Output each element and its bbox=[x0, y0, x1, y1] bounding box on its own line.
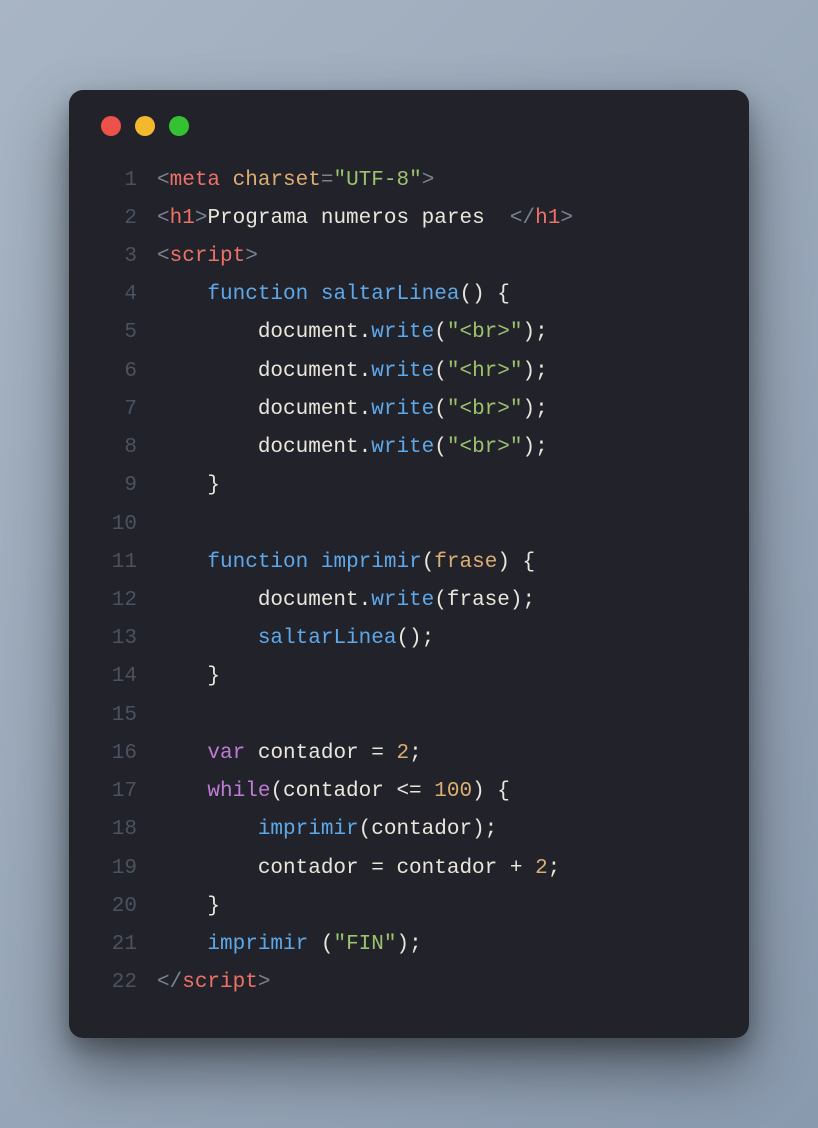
line-content: document.write("<br>"); bbox=[157, 391, 548, 429]
code-line: 11 function imprimir(frase) { bbox=[93, 544, 719, 582]
line-content: document.write("<br>"); bbox=[157, 314, 548, 352]
line-number: 17 bbox=[93, 773, 137, 811]
line-content: </script> bbox=[157, 964, 270, 1002]
code-line: 21 imprimir ("FIN"); bbox=[93, 926, 719, 964]
line-number: 9 bbox=[93, 467, 137, 505]
code-line: 8 document.write("<br>"); bbox=[93, 429, 719, 467]
line-number: 11 bbox=[93, 544, 137, 582]
code-line: 5 document.write("<br>"); bbox=[93, 314, 719, 352]
line-number: 12 bbox=[93, 582, 137, 620]
line-content: var contador = 2; bbox=[157, 735, 422, 773]
close-icon[interactable] bbox=[101, 116, 121, 136]
code-line: 13 saltarLinea(); bbox=[93, 620, 719, 658]
line-number: 13 bbox=[93, 620, 137, 658]
line-number: 1 bbox=[93, 162, 137, 200]
code-line: 9 } bbox=[93, 467, 719, 505]
line-content: } bbox=[157, 467, 220, 505]
line-number: 7 bbox=[93, 391, 137, 429]
line-number: 19 bbox=[93, 850, 137, 888]
line-number: 2 bbox=[93, 200, 137, 238]
line-number: 16 bbox=[93, 735, 137, 773]
line-number: 14 bbox=[93, 658, 137, 696]
line-content: } bbox=[157, 888, 220, 926]
line-number: 18 bbox=[93, 811, 137, 849]
line-content: <h1>Programa numeros pares </h1> bbox=[157, 200, 573, 238]
code-line: 2 <h1>Programa numeros pares </h1> bbox=[93, 200, 719, 238]
line-content: <script> bbox=[157, 238, 258, 276]
line-content: imprimir(contador); bbox=[157, 811, 497, 849]
line-number: 15 bbox=[93, 697, 137, 735]
line-content: function saltarLinea() { bbox=[157, 276, 510, 314]
code-line: 19 contador = contador + 2; bbox=[93, 850, 719, 888]
line-content: document.write("<br>"); bbox=[157, 429, 548, 467]
line-number: 21 bbox=[93, 926, 137, 964]
code-block: 1 <meta charset="UTF-8"> 2 <h1>Programa num… bbox=[93, 162, 719, 1003]
line-number: 10 bbox=[93, 506, 137, 544]
code-line: 4 function saltarLinea() { bbox=[93, 276, 719, 314]
code-line: 6 document.write("<hr>"); bbox=[93, 353, 719, 391]
line-number: 6 bbox=[93, 353, 137, 391]
code-window: 1 <meta charset="UTF-8"> 2 <h1>Programa num… bbox=[69, 90, 749, 1039]
code-line: 20 } bbox=[93, 888, 719, 926]
line-content: <meta charset="UTF-8"> bbox=[157, 162, 434, 200]
line-content: saltarLinea(); bbox=[157, 620, 434, 658]
line-content: document.write(frase); bbox=[157, 582, 535, 620]
line-number: 22 bbox=[93, 964, 137, 1002]
code-line: 22 </script> bbox=[93, 964, 719, 1002]
line-number: 3 bbox=[93, 238, 137, 276]
code-line: 18 imprimir(contador); bbox=[93, 811, 719, 849]
code-line: 7 document.write("<br>"); bbox=[93, 391, 719, 429]
line-content: while(contador <= 100) { bbox=[157, 773, 510, 811]
code-line: 3 <script> bbox=[93, 238, 719, 276]
line-number: 5 bbox=[93, 314, 137, 352]
line-content: contador = contador + 2; bbox=[157, 850, 560, 888]
line-number: 4 bbox=[93, 276, 137, 314]
code-line: 12 document.write(frase); bbox=[93, 582, 719, 620]
code-line: 1 <meta charset="UTF-8"> bbox=[93, 162, 719, 200]
traffic-lights bbox=[101, 116, 719, 136]
code-line: 14 } bbox=[93, 658, 719, 696]
maximize-icon[interactable] bbox=[169, 116, 189, 136]
code-line: 15 bbox=[93, 697, 719, 735]
code-line: 16 var contador = 2; bbox=[93, 735, 719, 773]
code-line: 10 bbox=[93, 506, 719, 544]
line-content: function imprimir(frase) { bbox=[157, 544, 535, 582]
code-line: 17 while(contador <= 100) { bbox=[93, 773, 719, 811]
minimize-icon[interactable] bbox=[135, 116, 155, 136]
line-content: } bbox=[157, 658, 220, 696]
line-content: document.write("<hr>"); bbox=[157, 353, 548, 391]
line-number: 20 bbox=[93, 888, 137, 926]
line-number: 8 bbox=[93, 429, 137, 467]
line-content: imprimir ("FIN"); bbox=[157, 926, 422, 964]
